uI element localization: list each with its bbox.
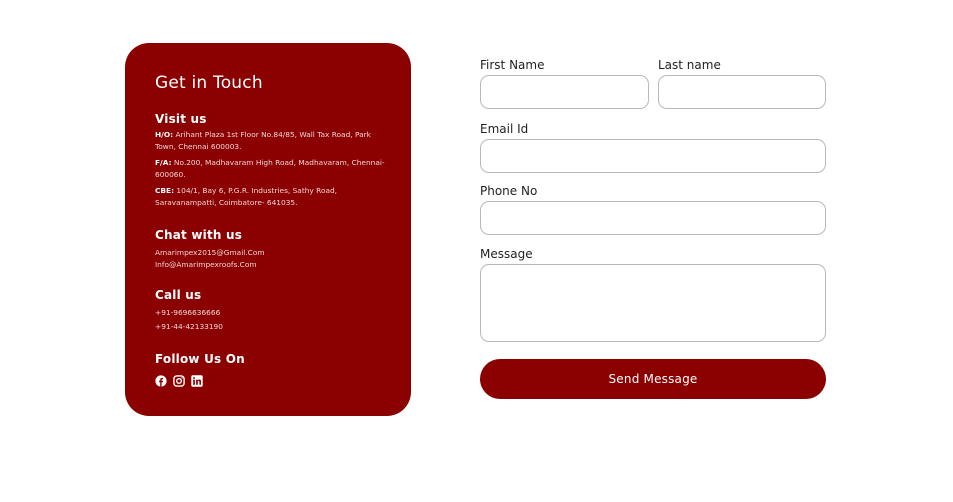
first-name-group: First Name (480, 58, 649, 109)
phone-link[interactable]: +91-9696636666 (155, 307, 385, 319)
visit-section: Visit us H/O: Arihant Plaza 1st Floor No… (155, 112, 385, 209)
first-name-label: First Name (480, 58, 545, 72)
phone-link[interactable]: +91-44-42133190 (155, 321, 385, 333)
follow-heading: Follow Us On (155, 352, 245, 366)
card-title: Get in Touch (155, 73, 263, 93)
last-name-input[interactable] (658, 75, 826, 109)
instagram-icon[interactable] (173, 372, 185, 387)
contact-card: Get in Touch Visit us H/O: Arihant Plaza… (125, 43, 411, 416)
email-input[interactable] (480, 139, 826, 173)
phone-group: Phone No (480, 184, 826, 235)
email-link[interactable]: Amarimpex2015@Gmail.Com (155, 247, 385, 259)
send-message-button[interactable]: Send Message (480, 359, 826, 399)
address-text: 104/1, Bay 6, P.G.R. Industries, Sathy R… (155, 186, 338, 207)
follow-section: Follow Us On (155, 352, 385, 387)
chat-heading: Chat with us (155, 228, 243, 242)
address-factory: F/A: No.200, Madhavaram High Road, Madha… (155, 157, 385, 181)
address-head-office: H/O: Arihant Plaza 1st Floor No.84/85, W… (155, 129, 385, 153)
email-label: Email Id (480, 122, 529, 136)
message-textarea[interactable] (480, 264, 826, 342)
last-name-group: Last name (658, 58, 826, 109)
message-label: Message (480, 247, 533, 261)
chat-section: Chat with us Amarimpex2015@Gmail.Com Inf… (155, 228, 385, 271)
last-name-label: Last name (658, 58, 721, 72)
address-tag: H/O: (155, 130, 174, 139)
address-coimbatore: CBE: 104/1, Bay 6, P.G.R. Industries, Sa… (155, 185, 385, 209)
email-group: Email Id (480, 122, 826, 173)
call-section: Call us +91-9696636666 +91-44-42133190 (155, 288, 385, 335)
email-link[interactable]: Info@Amarimpexroofs.Com (155, 259, 385, 271)
message-group: Message (480, 247, 826, 342)
phone-input[interactable] (480, 201, 826, 235)
visit-heading: Visit us (155, 112, 207, 126)
address-text: Arihant Plaza 1st Floor No.84/85, Wall T… (155, 130, 371, 151)
facebook-icon[interactable] (155, 372, 167, 387)
name-row: First Name Last name (480, 58, 826, 115)
linkedin-icon[interactable] (191, 372, 203, 387)
call-heading: Call us (155, 288, 202, 302)
first-name-input[interactable] (480, 75, 649, 109)
phone-label: Phone No (480, 184, 538, 198)
address-tag: F/A: (155, 158, 172, 167)
social-links (155, 372, 385, 387)
address-tag: CBE: (155, 186, 175, 195)
address-text: No.200, Madhavaram High Road, Madhavaram… (155, 158, 385, 179)
